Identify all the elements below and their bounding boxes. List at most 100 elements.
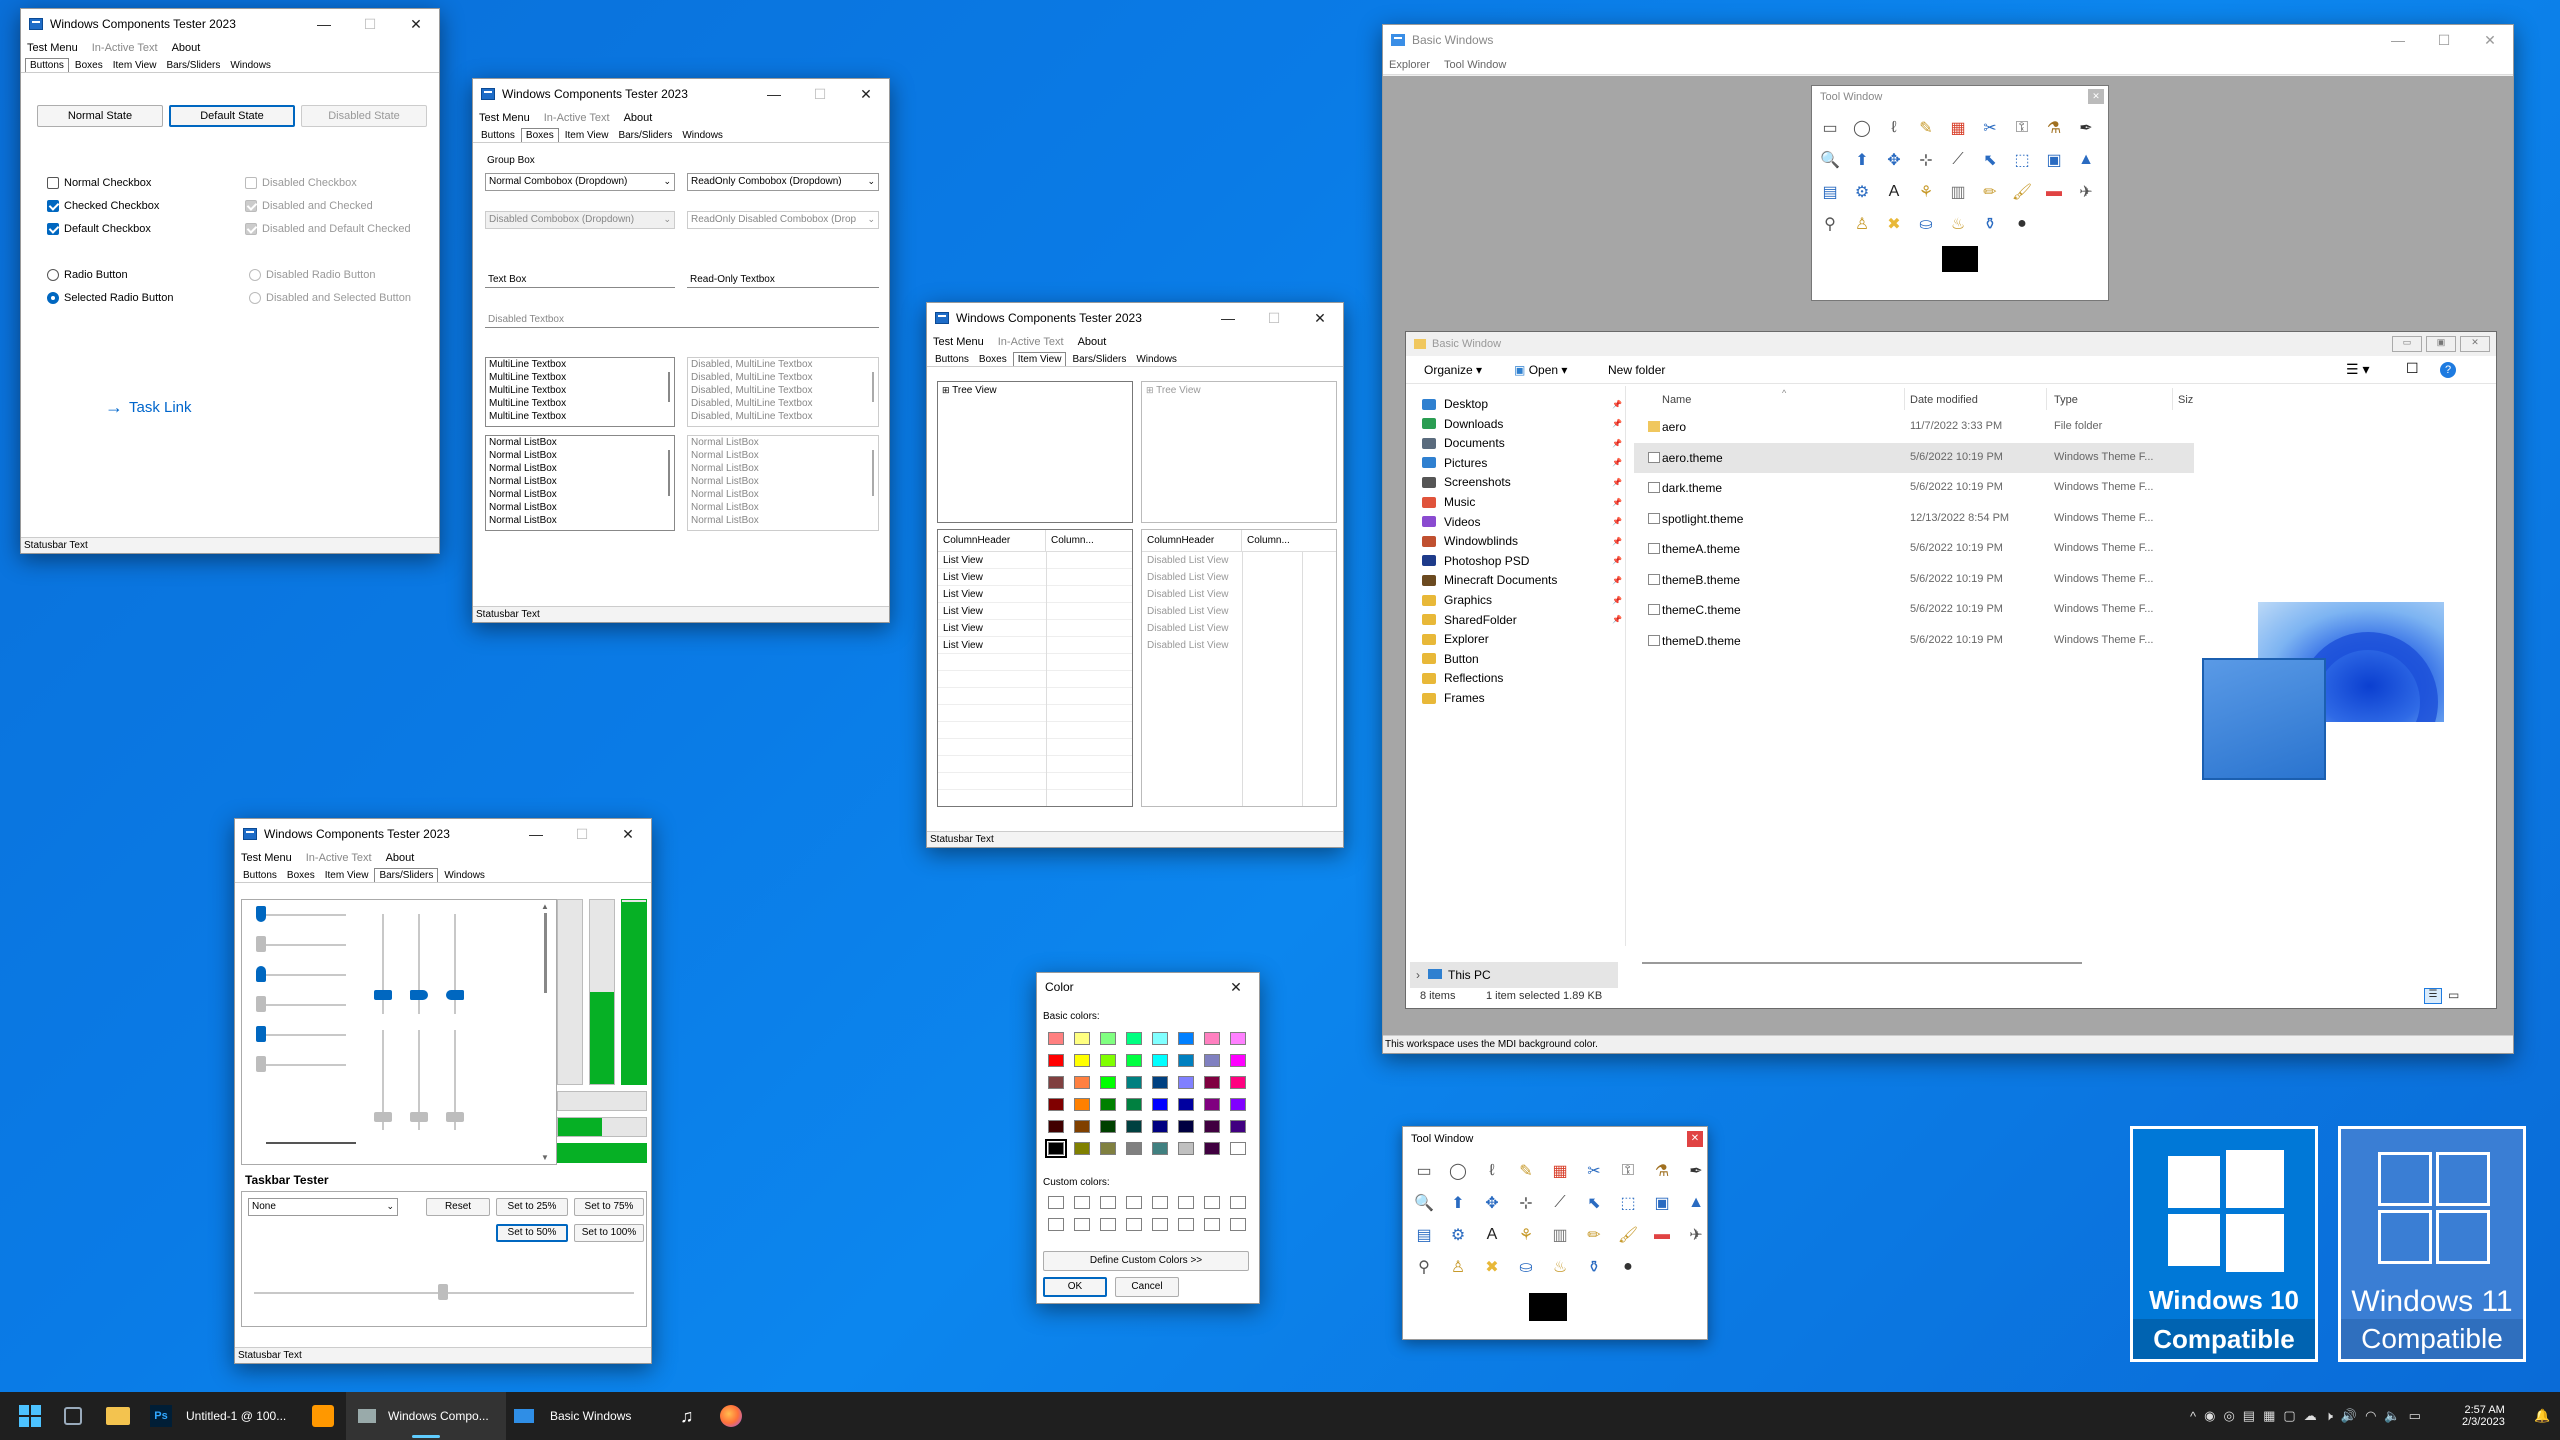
- tool-29-icon[interactable]: ✖: [1878, 208, 1910, 240]
- tool-15-icon[interactable]: ⬚: [1611, 1187, 1645, 1219]
- tab-item-view[interactable]: Item View: [109, 59, 161, 72]
- custom-color-swatch[interactable]: [1095, 1213, 1121, 1235]
- tree-view[interactable]: ⊞ Tree View: [937, 381, 1133, 523]
- list-item[interactable]: List View: [943, 620, 1132, 637]
- color-swatch[interactable]: [1147, 1027, 1173, 1049]
- color-swatch[interactable]: [1121, 1049, 1147, 1071]
- radio-circle[interactable]: [47, 292, 59, 304]
- sidebar-item[interactable]: Desktop 📌: [1422, 394, 1622, 414]
- column-type[interactable]: Type: [2054, 394, 2078, 406]
- close-icon[interactable]: ✕: [2460, 336, 2490, 352]
- chevron-right-icon[interactable]: ›: [1416, 968, 1420, 982]
- minimize-icon[interactable]: —: [301, 9, 347, 39]
- color-swatch[interactable]: [1121, 1071, 1147, 1093]
- tool-26-icon[interactable]: ✈: [1679, 1219, 1707, 1251]
- pin-icon[interactable]: 📌: [1612, 517, 1622, 526]
- minimize-icon[interactable]: —: [2375, 25, 2421, 55]
- set-25-button[interactable]: Set to 25%: [496, 1198, 568, 1216]
- music-taskbar-item[interactable]: ♫: [680, 1392, 694, 1440]
- column-header[interactable]: ColumnHeader: [938, 530, 1046, 551]
- color-swatch[interactable]: [1173, 1049, 1199, 1071]
- menu-explorer[interactable]: Explorer: [1389, 59, 1430, 71]
- title-bar[interactable]: Color ✕: [1037, 973, 1259, 1001]
- color-swatch[interactable]: [1199, 1049, 1225, 1071]
- color-swatch[interactable]: [1121, 1115, 1147, 1137]
- pin-icon[interactable]: 📌: [1612, 498, 1622, 507]
- pin-icon[interactable]: 📌: [1612, 576, 1622, 585]
- tool-14-icon[interactable]: ⬉: [1974, 144, 2006, 176]
- preview-pane-icon[interactable]: ☐: [2406, 360, 2419, 377]
- tool-33-icon[interactable]: ●: [2006, 208, 2038, 240]
- list-item[interactable]: Normal ListBox: [489, 449, 674, 462]
- tool-24-icon[interactable]: 🖌: [1611, 1219, 1645, 1251]
- maximize-icon[interactable]: ☐: [1251, 303, 1297, 333]
- tool-22-icon[interactable]: ▥: [1543, 1219, 1577, 1251]
- color-swatch[interactable]: [1043, 1027, 1069, 1049]
- tool-9-icon[interactable]: 🔍: [1407, 1187, 1441, 1219]
- chrome-icon[interactable]: ◎: [2223, 1408, 2234, 1424]
- close-icon[interactable]: ✕: [1297, 303, 1343, 333]
- color-swatch[interactable]: [1199, 1071, 1225, 1093]
- tab-buttons[interactable]: Buttons: [239, 869, 281, 882]
- tool-6-icon[interactable]: ⚿: [2006, 112, 2038, 144]
- discord-icon[interactable]: ◉: [2204, 1408, 2215, 1424]
- h-slider[interactable]: [266, 1142, 356, 1144]
- custom-color-swatch[interactable]: [1121, 1191, 1147, 1213]
- pin-icon[interactable]: 📌: [1612, 537, 1622, 546]
- list-item[interactable]: List View: [943, 603, 1132, 620]
- tool-2-icon[interactable]: ℓ: [1878, 112, 1910, 144]
- custom-color-swatch[interactable]: [1147, 1191, 1173, 1213]
- tool-8-icon[interactable]: ✒: [2070, 112, 2102, 144]
- color-swatch[interactable]: [1173, 1137, 1199, 1159]
- minimize-icon[interactable]: —: [513, 819, 559, 849]
- slider-thumb[interactable]: [410, 990, 428, 1000]
- slider-thumb[interactable]: [256, 966, 266, 982]
- chevron-up-icon[interactable]: ▲: [538, 902, 552, 911]
- file-row[interactable]: themeA.theme 5/6/2022 10:19 PM Windows The…: [1634, 534, 2194, 564]
- color-swatch[interactable]: [1069, 1093, 1095, 1115]
- color-swatch[interactable]: [1043, 1115, 1069, 1137]
- color-swatch[interactable]: [1095, 1071, 1121, 1093]
- text-box[interactable]: Text Box: [485, 272, 675, 288]
- checkbox-box[interactable]: [47, 177, 59, 189]
- sidebar-item[interactable]: Documents 📌: [1422, 433, 1622, 453]
- color-swatch[interactable]: [1225, 1027, 1251, 1049]
- color-swatch[interactable]: [1043, 1049, 1069, 1071]
- tool-10-icon[interactable]: ⬆: [1441, 1187, 1475, 1219]
- radio-circle[interactable]: [47, 269, 59, 281]
- list-item[interactable]: Normal ListBox: [489, 462, 674, 475]
- color-swatch[interactable]: [1199, 1027, 1225, 1049]
- tool-18-icon[interactable]: ▤: [1814, 176, 1846, 208]
- firefox-taskbar-item[interactable]: [720, 1392, 742, 1440]
- color-swatch[interactable]: [1225, 1137, 1251, 1159]
- menu-test[interactable]: Test Menu: [933, 336, 984, 348]
- pin-icon[interactable]: 📌: [1612, 458, 1622, 467]
- sidebar-item[interactable]: Frames: [1422, 688, 1485, 708]
- custom-color-swatch[interactable]: [1043, 1191, 1069, 1213]
- tab-buttons[interactable]: Buttons: [931, 353, 973, 366]
- h-slider[interactable]: [256, 1004, 346, 1006]
- list-view[interactable]: ColumnHeader Column... List View List View…: [937, 529, 1133, 807]
- h-slider[interactable]: [256, 914, 346, 916]
- sidebar-item[interactable]: Minecraft Documents 📌: [1422, 570, 1622, 590]
- task-link[interactable]: → Task Link: [105, 397, 192, 418]
- title-bar[interactable]: Tool Window ✕: [1812, 86, 2108, 108]
- tool-24-icon[interactable]: 🖌: [2006, 176, 2038, 208]
- slider-thumb[interactable]: [446, 990, 464, 1000]
- wct-taskbar-item[interactable]: Windows Compo...: [346, 1392, 506, 1440]
- sidebar-item[interactable]: Explorer: [1422, 629, 1489, 649]
- start-button[interactable]: [18, 1392, 42, 1440]
- tab-windows[interactable]: Windows: [440, 869, 489, 882]
- tab-item-view[interactable]: Item View: [1012, 352, 1067, 366]
- tool-31-icon[interactable]: ♨: [1942, 208, 1974, 240]
- tool-29-icon[interactable]: ✖: [1475, 1251, 1509, 1283]
- checkbox-box[interactable]: [47, 223, 59, 235]
- restore-icon[interactable]: ▣: [2426, 336, 2456, 352]
- tool-1-icon[interactable]: ◯: [1441, 1155, 1475, 1187]
- wifi-icon[interactable]: ◠: [2365, 1408, 2376, 1424]
- tool-20-icon[interactable]: A: [1475, 1219, 1509, 1251]
- file-row[interactable]: spotlight.theme 12/13/2022 8:54 PM Windows…: [1634, 504, 2194, 534]
- file-row[interactable]: themeC.theme 5/6/2022 10:19 PM Windows The…: [1634, 595, 2194, 625]
- file-row[interactable]: aero.theme 5/6/2022 10:19 PM Windows Theme…: [1634, 442, 2194, 473]
- color-swatch[interactable]: [1043, 1093, 1069, 1115]
